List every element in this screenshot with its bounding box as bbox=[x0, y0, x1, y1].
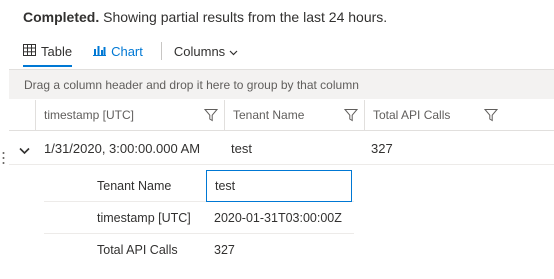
chevron-down-icon bbox=[229, 44, 238, 59]
column-header-label: timestamp [UTC] bbox=[44, 108, 135, 122]
filter-icon[interactable] bbox=[343, 108, 359, 125]
table-row[interactable]: 1/31/2020, 3:00:00.000 AM test 327 bbox=[9, 132, 554, 165]
status-completed-text: Completed. bbox=[23, 9, 100, 25]
detail-label: Tenant Name bbox=[97, 179, 172, 193]
detail-label: timestamp [UTC] bbox=[97, 211, 191, 225]
tab-chart[interactable]: Chart bbox=[93, 40, 143, 62]
columns-label: Columns bbox=[173, 43, 226, 59]
table-grid-icon bbox=[23, 43, 36, 59]
collapse-row-icon[interactable] bbox=[19, 143, 30, 158]
group-by-drop-zone[interactable]: Drag a column header and drop it here to… bbox=[9, 69, 554, 99]
columns-dropdown-button[interactable]: Columns bbox=[174, 44, 238, 59]
toolbar-divider bbox=[160, 42, 162, 60]
detail-value-focused[interactable]: test bbox=[206, 170, 352, 202]
column-header-label: Tenant Name bbox=[233, 108, 305, 122]
cell-timestamp: 1/31/2020, 3:00:00.000 AM bbox=[44, 140, 201, 156]
filter-icon[interactable] bbox=[483, 108, 499, 125]
detail-value[interactable]: 327 bbox=[214, 234, 235, 266]
row-detail-panel: Tenant Name test timestamp [UTC] 2020-01… bbox=[44, 170, 354, 266]
column-header-total-api-calls[interactable]: Total API Calls bbox=[364, 100, 504, 130]
cell-total-api-calls: 327 bbox=[371, 140, 393, 156]
column-header-label: Total API Calls bbox=[373, 108, 451, 122]
column-header-tenant-name[interactable]: Tenant Name bbox=[224, 100, 364, 130]
bar-chart-icon bbox=[93, 44, 107, 59]
filter-icon[interactable] bbox=[203, 108, 219, 125]
detail-value[interactable]: 2020-01-31T03:00:00Z bbox=[214, 202, 342, 234]
query-results-panel: Completed. Showing partial results from … bbox=[0, 0, 554, 279]
detail-row: Tenant Name test bbox=[44, 170, 354, 202]
grid-header: timestamp [UTC] Tenant Name Total API Ca… bbox=[9, 100, 554, 131]
view-toolbar: Table Chart Columns bbox=[23, 40, 238, 67]
tab-table[interactable]: Table bbox=[23, 40, 73, 67]
status-detail-text: Showing partial results from the last 24… bbox=[103, 9, 388, 25]
detail-row: timestamp [UTC] 2020-01-31T03:00:00Z bbox=[44, 202, 354, 234]
status-message: Completed. Showing partial results from … bbox=[23, 9, 387, 25]
tab-chart-label: Chart bbox=[111, 43, 143, 59]
column-header-timestamp[interactable]: timestamp [UTC] bbox=[35, 100, 224, 130]
detail-row: Total API Calls 327 bbox=[44, 234, 354, 266]
group-by-hint: Drag a column header and drop it here to… bbox=[24, 77, 359, 92]
tab-table-label: Table bbox=[41, 43, 73, 59]
drag-handle-icon[interactable] bbox=[2, 151, 5, 170]
detail-label: Total API Calls bbox=[97, 243, 178, 257]
cell-tenant-name: test bbox=[231, 140, 252, 156]
